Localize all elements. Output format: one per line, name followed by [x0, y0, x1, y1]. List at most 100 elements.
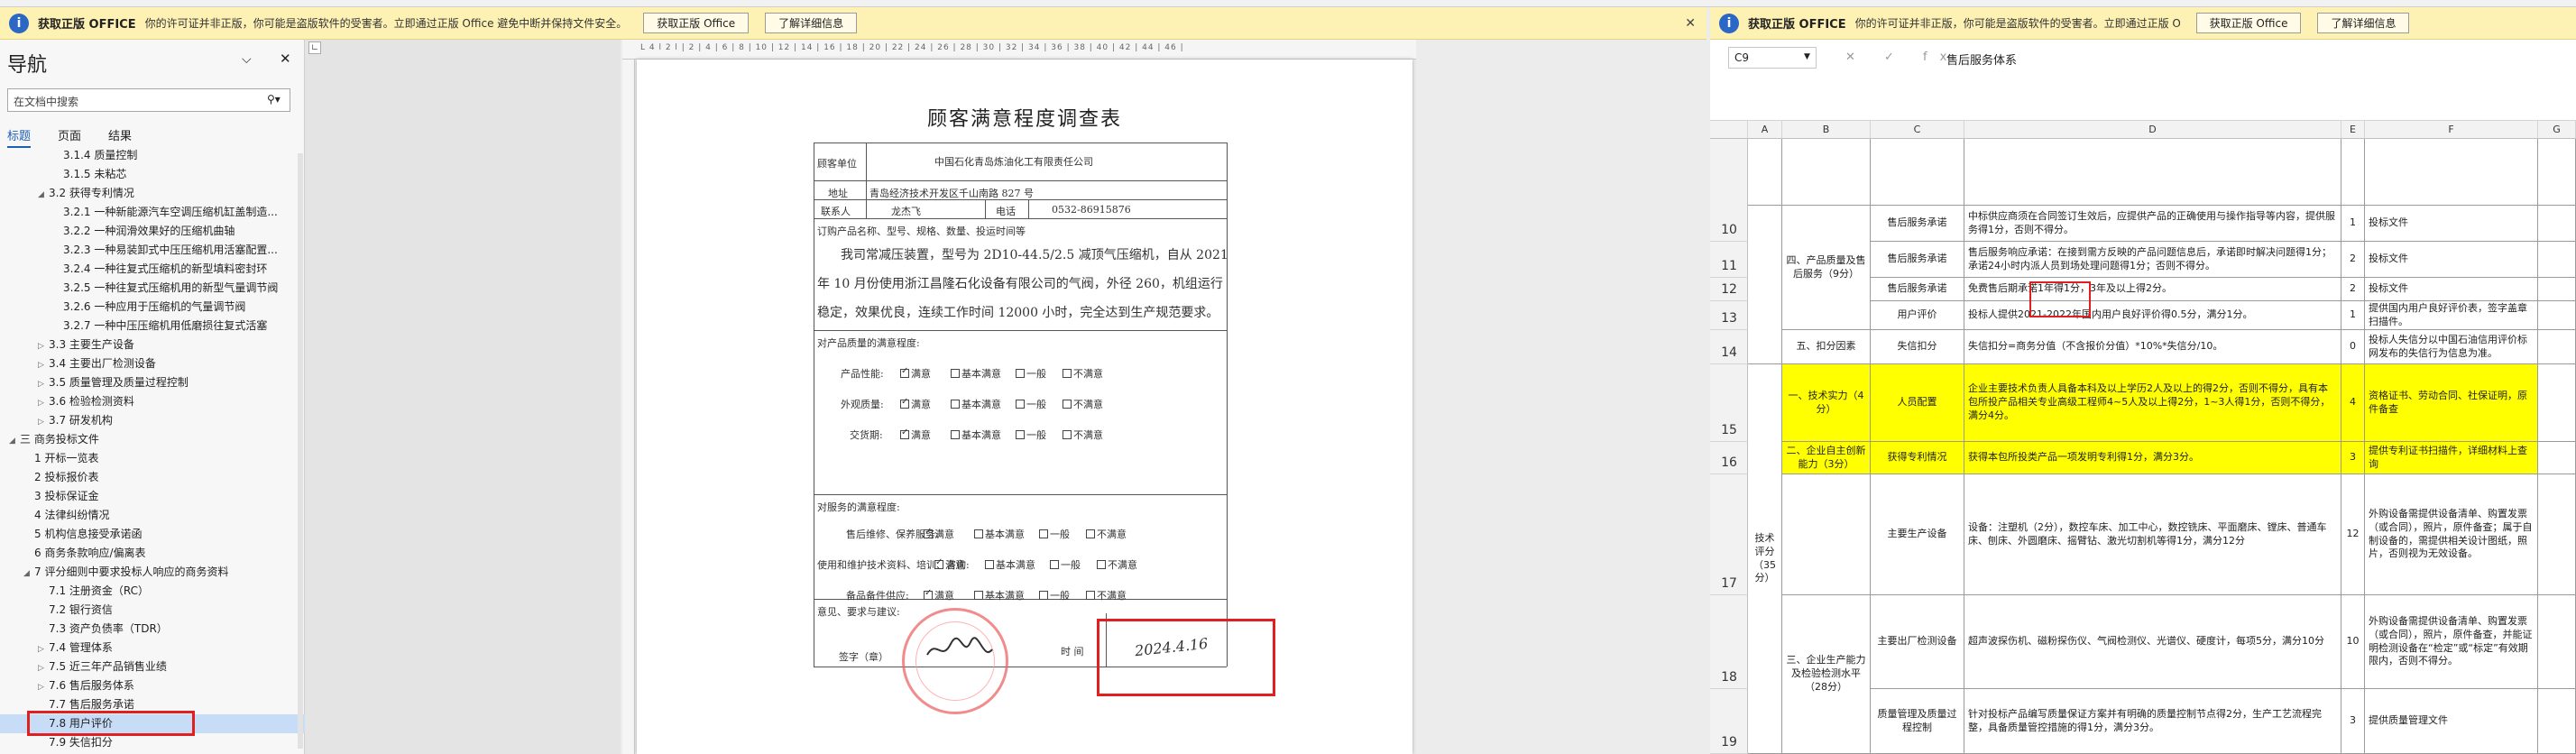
checkbox-icon[interactable] [924, 588, 933, 600]
expand-arrow-icon[interactable]: ▷ [38, 413, 49, 430]
nav-item[interactable]: 3.1.4 质量控制 [0, 146, 305, 165]
checkbox-icon[interactable] [1050, 560, 1059, 569]
sheet-cell[interactable]: 外购设备需提供设备清单、购置发票（或合同），照片，原件备查；属于自制设备的，需提… [2365, 474, 2538, 595]
sheet-cell[interactable]: 售后服务承诺 [1871, 278, 1964, 301]
option-checkbox[interactable]: 不满意 [1097, 557, 1137, 572]
sheet-cell[interactable] [2538, 278, 2576, 301]
sheet-cell[interactable]: 提供质量管理文件 [2365, 689, 2538, 754]
nav-item[interactable]: 3.2.1 一种新能源汽车空调压缩机缸盖制造... [0, 203, 305, 222]
nav-item[interactable]: 5 机构信息接受承诺函 [0, 525, 305, 544]
expand-arrow-icon[interactable]: ▷ [38, 375, 49, 392]
nav-item[interactable]: ▷ 7.4 管理体系 [0, 639, 305, 657]
sheet-cell[interactable]: 五、扣分因素 [1782, 330, 1871, 364]
checkbox-icon[interactable] [900, 366, 909, 378]
nav-item[interactable]: 2 投标报价表 [0, 468, 305, 487]
sheet-cell[interactable] [1782, 474, 1871, 595]
sheet-cell[interactable] [1964, 139, 2341, 206]
nav-item[interactable]: 1 开标一览表 [0, 449, 305, 468]
checkbox-icon[interactable] [1039, 591, 1048, 600]
sheet-cell[interactable] [2538, 474, 2576, 595]
tab-results[interactable]: 结果 [108, 126, 132, 148]
sheet-cell[interactable] [2538, 442, 2576, 474]
sheet-cell[interactable]: 外购设备需提供设备清单、购置发票（或合同），照片，原件备查，并能证明检测设备在“… [2365, 595, 2538, 689]
sheet-cell[interactable]: 免费售后期承诺1年得1分，3年及以上得2分。 [1964, 278, 2341, 301]
column-header[interactable]: F [2365, 121, 2538, 139]
checkbox-icon[interactable] [974, 529, 983, 538]
sheet-cell[interactable] [2538, 301, 2576, 330]
sheet-cell[interactable]: 4 [2341, 364, 2365, 442]
nav-item[interactable]: ◢ 三 商务投标文件 [0, 430, 305, 449]
sheet-cell[interactable]: 三、企业生产能力及检验检测水平（28分） [1782, 595, 1871, 754]
option-checkbox[interactable]: 一般 [1039, 588, 1070, 602]
sheet-cell[interactable] [2341, 139, 2365, 206]
row-header[interactable]: 19 [1710, 689, 1748, 754]
expand-arrow-icon[interactable]: ▷ [38, 394, 49, 411]
checkbox-icon[interactable] [1063, 430, 1072, 439]
nav-item[interactable]: 3.2.7 一种中压压缩机用低磨损往复式活塞 [0, 317, 305, 336]
horizontal-ruler[interactable]: L 4 l 2 l | 2 | 4 | 6 | 8 | 10 | 12 | 14… [622, 40, 1416, 60]
checkbox-icon[interactable] [1039, 529, 1048, 538]
formula-content[interactable]: 售后服务体系 [1946, 51, 2017, 68]
nav-item[interactable]: ◢ 3.2 获得专利情况 [0, 184, 305, 203]
sheet-cell[interactable]: 12 [2341, 474, 2365, 595]
sheet-cell[interactable]: 超声波探伤机、磁粉探伤仪、气阀检测仪、光谱仪、硬度计，每项5分，满分10分 [1964, 595, 2341, 689]
nav-item[interactable]: 7.3 资产负债率（TDR） [0, 620, 305, 639]
checkbox-icon[interactable] [1097, 560, 1106, 569]
nav-item[interactable]: ◢ 7 评分细则中要求投标人响应的商务资料 [0, 563, 305, 582]
sheet-cell[interactable]: 中标供应商须在合同签订生效后，应提供产品的正确使用与操作指导等内容，提供服务得1… [1964, 206, 2341, 242]
column-header[interactable]: E [2341, 121, 2365, 139]
sheet-cell[interactable]: 投标人提供2021-2022年国内用户良好评价得0.5分，满分1分。 [1964, 301, 2341, 330]
sheet-cell[interactable]: 人员配置 [1871, 364, 1964, 442]
sheet-cell[interactable]: 质量管理及质量过程控制 [1871, 689, 1964, 754]
option-checkbox[interactable]: 一般 [1016, 366, 1046, 381]
checkbox-icon[interactable] [1016, 400, 1025, 409]
checkbox-icon[interactable] [951, 400, 960, 409]
vertical-ruler[interactable] [622, 60, 635, 754]
nav-item[interactable]: 3.2.2 一种润滑效果好的压缩机曲轴 [0, 222, 305, 241]
sheet-cell[interactable]: 提供专利证书扫描件，详细材料上查询 [2365, 442, 2538, 474]
formula-buttons[interactable]: ✕ ✓ fx [1845, 51, 1959, 64]
sheet-cell[interactable]: 用户评价 [1871, 301, 1964, 330]
sheet-cell[interactable] [2538, 364, 2576, 442]
sheet-cell[interactable]: 0 [2341, 330, 2365, 364]
expand-arrow-icon[interactable]: ◢ [9, 432, 20, 449]
sheet-cell[interactable] [1871, 139, 1964, 206]
sheet-cell[interactable]: 2 [2341, 278, 2365, 301]
sheet-cell[interactable] [2538, 242, 2576, 278]
row-header[interactable]: 10 [1710, 206, 1748, 242]
checkbox-icon[interactable] [924, 527, 933, 538]
sheet-cell[interactable] [2538, 330, 2576, 364]
sheet-cell[interactable]: 1 [2341, 206, 2365, 242]
nav-item[interactable]: 3 投标保证金 [0, 487, 305, 506]
option-checkbox[interactable]: 基本满意 [951, 366, 1001, 381]
learn-more-button[interactable]: 了解详细信息 [765, 13, 858, 33]
sheet-cell[interactable]: 获得本包所投类产品一项发明专利得1分，满分3分。 [1964, 442, 2341, 474]
option-checkbox[interactable]: 不满意 [1063, 428, 1103, 442]
get-office-button[interactable]: 获取正版 Office [643, 13, 750, 33]
sheet-cell[interactable] [1748, 139, 1782, 206]
row-header[interactable]: 11 [1710, 242, 1748, 278]
option-checkbox[interactable]: 一般 [1039, 527, 1070, 541]
sheet-cell[interactable] [1748, 206, 1782, 364]
sheet-cell[interactable]: 获得专利情况 [1871, 442, 1964, 474]
row-header[interactable]: 15 [1710, 364, 1748, 442]
nav-item[interactable]: 7.2 银行资信 [0, 601, 305, 620]
sheet-cell[interactable] [2538, 595, 2576, 689]
column-header[interactable]: A [1748, 121, 1782, 139]
nav-search-input[interactable]: 在文档中搜索 [7, 88, 290, 112]
sheet-cell[interactable]: 主要生产设备 [1871, 474, 1964, 595]
checkbox-icon[interactable] [900, 428, 909, 439]
learn-more-button[interactable]: 了解详细信息 [2317, 13, 2410, 33]
option-checkbox[interactable]: 满意 [900, 397, 931, 411]
tab-pages[interactable]: 页面 [58, 126, 81, 148]
sheet-cell[interactable]: 3 [2341, 442, 2365, 474]
expand-arrow-icon[interactable]: ▷ [38, 640, 49, 657]
sheet-cell[interactable]: 2 [2341, 242, 2365, 278]
sheet-cell[interactable] [1782, 139, 1871, 206]
nav-item[interactable]: 6 商务条款响应/偏离表 [0, 544, 305, 563]
checkbox-icon[interactable] [1086, 591, 1095, 600]
sheet-cell[interactable]: 针对投标产品编写质量保证方案并有明确的质量控制节点得2分，生产工艺流程完整，具备… [1964, 689, 2341, 754]
nav-item[interactable]: ▷ 3.4 主要出厂检测设备 [0, 354, 305, 373]
option-checkbox[interactable]: 满意 [924, 588, 954, 602]
sheet-cell[interactable]: 投标文件 [2365, 206, 2538, 242]
